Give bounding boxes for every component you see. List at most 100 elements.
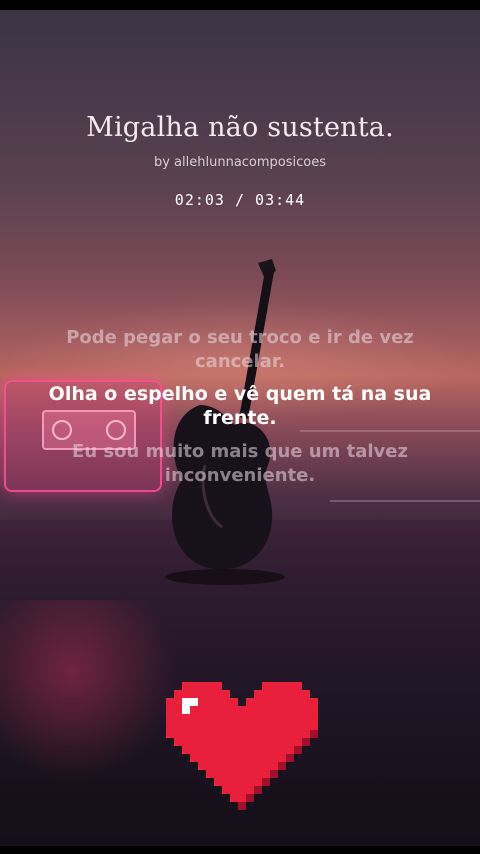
- heart-pixel: [222, 786, 230, 794]
- heart-pixel: [294, 730, 302, 738]
- heart-pixel: [166, 722, 174, 730]
- heart-pixel: [270, 722, 278, 730]
- heart-pixel: [222, 778, 230, 786]
- heart-pixel: [174, 722, 182, 730]
- heart-pixel: [278, 754, 286, 762]
- heart-pixel: [262, 746, 270, 754]
- heart-pixel: [262, 706, 270, 714]
- heart-pixel: [262, 682, 270, 690]
- heart-pixel: [262, 690, 270, 698]
- heart-pixel: [174, 738, 182, 746]
- heart-pixel: [238, 714, 246, 722]
- heart-pixel: [238, 770, 246, 778]
- heart-pixel: [270, 690, 278, 698]
- heart-pixel: [238, 738, 246, 746]
- heart-pixel: [302, 698, 310, 706]
- heart-pixel: [230, 778, 238, 786]
- heart-pixel: [238, 778, 246, 786]
- heart-pixel: [246, 786, 254, 794]
- heart-pixel: [222, 738, 230, 746]
- heart-pixel: [302, 738, 310, 746]
- heart-pixel: [246, 778, 254, 786]
- heart-pixel: [230, 738, 238, 746]
- heart-pixel: [278, 682, 286, 690]
- heart-pixel: [206, 738, 214, 746]
- heart-pixel: [286, 714, 294, 722]
- heart-pixel: [246, 738, 254, 746]
- heart-pixel: [286, 730, 294, 738]
- heart-pixel: [270, 770, 278, 778]
- heart-pixel: [278, 738, 286, 746]
- heart-pixel: [214, 714, 222, 722]
- lyric-line-previous: Pode pegar o seu troco e ir de vez cance…: [66, 327, 414, 372]
- heart-pixel: [270, 762, 278, 770]
- heart-pixel: [310, 698, 318, 706]
- heart-pixel: [222, 770, 230, 778]
- heart-pixel: [198, 698, 206, 706]
- heart-pixel: [182, 738, 190, 746]
- heart-pixel: [198, 714, 206, 722]
- heart-pixel: [182, 682, 190, 690]
- heart-pixel: [254, 754, 262, 762]
- heart-pixel: [238, 754, 246, 762]
- heart-pixel: [182, 690, 190, 698]
- heart-pixel: [270, 746, 278, 754]
- heart-pixel: [294, 698, 302, 706]
- heart-pixel: [246, 698, 254, 706]
- heart-pixel: [294, 746, 302, 754]
- heart-pixel: [294, 682, 302, 690]
- heart-pixel: [278, 722, 286, 730]
- heart-pixel: [182, 714, 190, 722]
- heart-pixel: [198, 706, 206, 714]
- lyric-video-screen: Migalha não sustenta. by allehlunnacompo…: [0, 0, 480, 854]
- heart-pixel: [294, 738, 302, 746]
- heart-pixel: [206, 698, 214, 706]
- heart-pixel: [230, 754, 238, 762]
- heart-pixel: [182, 722, 190, 730]
- heart-pixel: [214, 738, 222, 746]
- heart-pixel: [182, 706, 190, 714]
- heart-pixel: [190, 706, 198, 714]
- heart-pixel: [206, 722, 214, 730]
- heart-pixel: [190, 682, 198, 690]
- heart-pixel: [246, 746, 254, 754]
- heart-pixel: [278, 706, 286, 714]
- heart-pixel: [174, 690, 182, 698]
- heart-pixel: [190, 722, 198, 730]
- heart-pixel: [294, 706, 302, 714]
- heart-pixel: [286, 698, 294, 706]
- heart-pixel: [174, 714, 182, 722]
- heart-pixel: [214, 770, 222, 778]
- heart-pixel: [262, 698, 270, 706]
- heart-pixel: [270, 738, 278, 746]
- heart-pixel: [230, 794, 238, 802]
- heart-pixel: [214, 698, 222, 706]
- heart-pixel: [214, 682, 222, 690]
- heart-pixel: [254, 714, 262, 722]
- heart-pixel: [166, 714, 174, 722]
- heart-pixel: [254, 778, 262, 786]
- heart-pixel: [222, 730, 230, 738]
- railing: [300, 430, 480, 432]
- neon-reflection: [0, 600, 180, 780]
- heart-pixel: [222, 690, 230, 698]
- heart-pixel: [214, 730, 222, 738]
- heart-pixel: [230, 786, 238, 794]
- heart-pixel: [246, 754, 254, 762]
- heart-pixel: [254, 738, 262, 746]
- heart-pixel: [222, 706, 230, 714]
- heart-pixel: [214, 690, 222, 698]
- heart-pixel: [238, 722, 246, 730]
- heart-pixel: [302, 690, 310, 698]
- heart-pixel: [190, 730, 198, 738]
- heart-pixel: [198, 682, 206, 690]
- heart-pixel: [302, 730, 310, 738]
- song-author: by allehlunnacomposicoes: [153, 155, 327, 170]
- heart-pixel: [246, 794, 254, 802]
- heart-pixel: [302, 706, 310, 714]
- heart-pixel: [166, 730, 174, 738]
- heart-pixel: [278, 730, 286, 738]
- heart-pixel: [174, 730, 182, 738]
- heart-pixel: [230, 730, 238, 738]
- heart-pixel: [294, 714, 302, 722]
